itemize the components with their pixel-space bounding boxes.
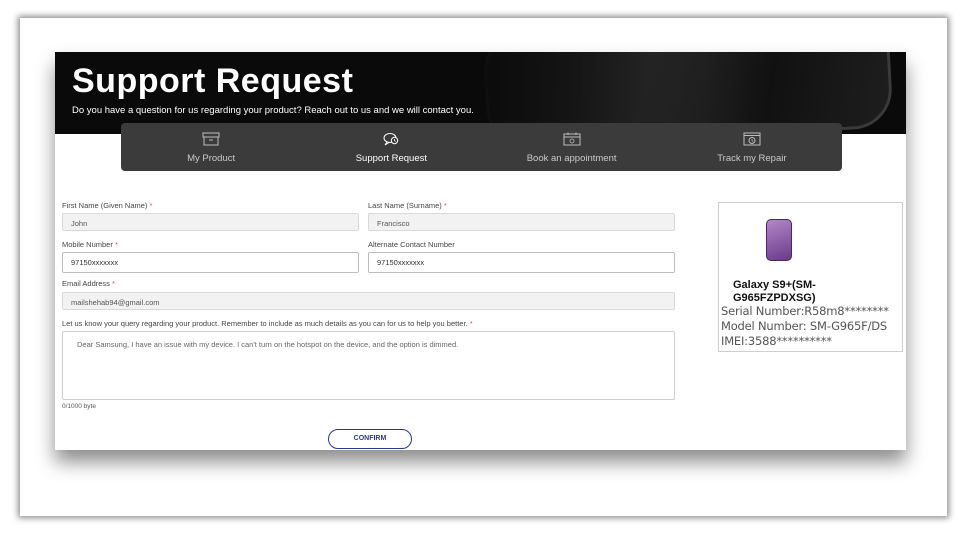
- first-name-label-text: First Name (Given Name): [62, 201, 148, 210]
- support-tabs: My Product Support Request Book an appoi…: [121, 123, 842, 171]
- tab-track-repair[interactable]: Track my Repair: [662, 123, 842, 171]
- first-name-label: First Name (Given Name) *: [62, 201, 152, 210]
- serial-number: Serial Number:R58m8********: [721, 304, 889, 318]
- last-name-label-text: Last Name (Surname): [368, 201, 442, 210]
- tab-label: My Product: [187, 153, 236, 164]
- hero-phone-fade: [465, 52, 705, 134]
- imei-number: IMEI:3588**********: [721, 334, 832, 348]
- page-title: Support Request: [72, 62, 354, 100]
- tab-label: Track my Repair: [717, 153, 787, 164]
- tab-support-request[interactable]: Support Request: [301, 123, 481, 171]
- tab-my-product[interactable]: My Product: [121, 123, 301, 171]
- alternate-number-label: Alternate Contact Number: [368, 240, 455, 249]
- tab-label: Support Request: [355, 153, 428, 164]
- query-label: Let us know your query regarding your pr…: [62, 319, 473, 328]
- character-counter: 0/1000 byte: [62, 403, 96, 410]
- tracking-icon: [743, 132, 761, 146]
- query-textarea[interactable]: Dear Samsung, I have an issue with my de…: [62, 331, 675, 400]
- confirm-button[interactable]: CONFIRM: [328, 429, 412, 449]
- email-label: Email Address *: [62, 279, 115, 288]
- phone-image: [766, 219, 792, 261]
- first-name-field[interactable]: John: [62, 213, 359, 231]
- box-icon: [202, 132, 220, 146]
- last-name-label: Last Name (Surname) *: [368, 201, 447, 210]
- tab-label: Book an appointment: [526, 153, 617, 164]
- mobile-number-label-text: Mobile Number: [62, 240, 113, 249]
- tab-book-appointment[interactable]: Book an appointment: [482, 123, 662, 171]
- last-name-field[interactable]: Francisco: [368, 213, 675, 231]
- alternate-number-field[interactable]: 97150xxxxxxx: [368, 252, 675, 273]
- hero-banner: Support Request Do you have a question f…: [55, 52, 906, 134]
- email-field[interactable]: mailshehab94@gmail.com: [62, 292, 675, 310]
- required-mark: *: [149, 201, 153, 210]
- required-mark: *: [114, 240, 118, 249]
- query-label-text: Let us know your query regarding your pr…: [62, 319, 468, 328]
- required-mark: *: [112, 279, 115, 288]
- model-number: Model Number: SM-G965F/DS: [721, 319, 888, 333]
- chat-support-icon: [383, 133, 399, 146]
- calendar-icon: [563, 132, 581, 146]
- page-subtitle: Do you have a question for us regarding …: [72, 105, 474, 116]
- mobile-number-field[interactable]: 97150xxxxxxx: [62, 252, 359, 273]
- support-request-page: Support Request Do you have a question f…: [55, 52, 906, 450]
- mobile-number-label: Mobile Number *: [62, 240, 118, 249]
- email-label-text: Email Address: [62, 279, 110, 288]
- device-card: Galaxy S9+(SM-G965FZPDXSG) Serial Number…: [718, 202, 903, 352]
- device-name: Galaxy S9+(SM-G965FZPDXSG): [733, 279, 816, 304]
- required-mark: *: [469, 319, 473, 328]
- required-mark: *: [443, 201, 447, 210]
